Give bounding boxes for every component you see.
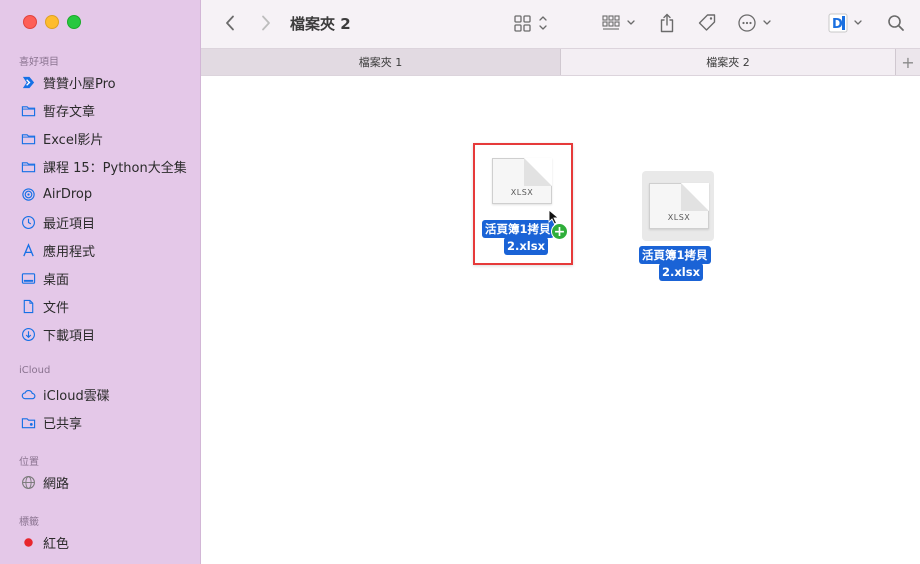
ellipsis-circle-icon [738,14,771,32]
folder-icon [20,102,36,118]
view-mode-button[interactable] [512,12,550,34]
sidebar: 喜好項目 贊贊小屋Pro 暫存文章 Excel影片 課程 15：Python大全… [0,0,201,564]
sidebar-item-label: 文件 [43,300,70,316]
chevron-left-icon [226,15,234,31]
sidebar-item-label: 最近項目 [43,216,96,232]
file-name-line1: 活頁簿1拷貝 [482,220,554,238]
tab-bar: 檔案夾 1 檔案夾 2 + [201,48,920,76]
favorites-section-title: 喜好項目 [19,57,59,68]
minimize-window-button[interactable] [45,15,59,29]
tags-section-title: 標籤 [19,517,39,528]
file-extension-label: XLSX [667,213,691,222]
sidebar-item-label: 贊贊小屋Pro [43,76,116,92]
search-button[interactable] [885,12,907,34]
toolbar: 檔案夾 2 D [201,0,920,48]
xlsx-file-icon: XLSX [492,158,552,204]
share-icon [660,13,674,33]
copy-plus-badge-icon: + [551,223,568,240]
file-extension-label: XLSX [510,188,534,197]
tag-button[interactable] [695,12,719,34]
brand-logo-icon [20,74,36,90]
sidebar-item-folder-drafts[interactable]: 暫存文章 [20,99,196,121]
sidebar-item-label: 桌面 [43,272,70,288]
sidebar-item-airdrop[interactable]: AirDrop [20,183,196,205]
forward-button[interactable] [257,12,275,34]
more-actions-button[interactable] [737,12,775,34]
search-icon [888,15,904,31]
sidebar-item-documents[interactable]: 文件 [20,295,196,317]
sidebar-item-label: Excel影片 [43,132,104,148]
sidebar-item-label: 紅色 [43,536,70,552]
tab-folder-2[interactable]: 檔案夾 2 [561,49,895,75]
share-button[interactable] [657,12,677,34]
sidebar-item-tag-red[interactable]: 紅色 [20,531,196,553]
icon-view-grid-icon [514,15,547,32]
sidebar-item-label: 課程 15：Python大全集 [43,160,187,176]
file-browser-content: XLSX 活頁簿1拷貝 2.xlsx + XLSX 活頁簿1拷貝 2.xlsx [201,76,920,564]
new-tab-button[interactable]: + [895,49,920,75]
download-icon [20,326,36,342]
sidebar-item-label: 下載項目 [43,328,96,344]
airdrop-icon [20,186,36,202]
sidebar-item-folder-excel[interactable]: Excel影片 [20,127,196,149]
extension-button[interactable]: D [827,12,867,34]
sidebar-item-applications[interactable]: 應用程式 [20,239,196,261]
sidebar-item-icloud-drive[interactable]: iCloud雲碟 [20,383,196,405]
chevron-right-icon [262,15,270,31]
group-button[interactable] [601,12,639,34]
document-icon [20,298,36,314]
window-title: 檔案夾 2 [290,15,351,33]
desktop-icon [20,270,36,286]
svg-text:D: D [832,17,843,32]
cloud-icon [20,386,36,402]
sidebar-item-shared[interactable]: 已共享 [20,411,196,433]
file-name-line1: 活頁簿1拷貝 [639,246,711,264]
sidebar-item-label: 應用程式 [43,244,96,260]
back-button[interactable] [221,12,239,34]
red-tag-dot-icon [20,534,36,550]
sidebar-item-label: iCloud雲碟 [43,388,110,404]
file-item-dragging[interactable]: XLSX 活頁簿1拷貝 2.xlsx + [473,143,573,265]
folder-icon [20,158,36,174]
group-grid-icon [602,15,635,30]
applications-icon [20,242,36,258]
sidebar-item-label: AirDrop [43,186,93,202]
icloud-section-title: iCloud [19,365,51,376]
sidebar-item-label: 網路 [43,476,70,492]
network-icon [20,474,36,490]
sidebar-item-downloads[interactable]: 下載項目 [20,323,196,345]
sidebar-item-network[interactable]: 網路 [20,471,196,493]
tab-folder-1[interactable]: 檔案夾 1 [201,49,561,75]
tag-icon [698,14,716,31]
folder-icon [20,130,36,146]
window-controls [23,15,81,29]
mouse-pointer-icon [548,209,560,225]
xlsx-file-icon: XLSX [649,183,709,229]
clock-icon [20,214,36,230]
sidebar-item-folder-course[interactable]: 課程 15：Python大全集 [20,155,196,177]
finder-window: 喜好項目 贊贊小屋Pro 暫存文章 Excel影片 課程 15：Python大全… [0,0,920,564]
sidebar-item-label: 已共享 [43,416,83,432]
file-name-line2: 2.xlsx [504,237,548,255]
shared-folder-icon [20,414,36,430]
sidebar-item-brand[interactable]: 贊贊小屋Pro [20,71,196,93]
sidebar-item-label: 暫存文章 [43,104,96,120]
file-name-line2: 2.xlsx [659,263,703,281]
locations-section-title: 位置 [19,457,39,468]
app-extension-icon: D [828,13,862,33]
close-window-button[interactable] [23,15,37,29]
sidebar-item-recents[interactable]: 最近項目 [20,211,196,233]
file-item[interactable]: XLSX 活頁簿1拷貝 2.xlsx [638,168,728,284]
sidebar-item-desktop[interactable]: 桌面 [20,267,196,289]
maximize-window-button[interactable] [67,15,81,29]
